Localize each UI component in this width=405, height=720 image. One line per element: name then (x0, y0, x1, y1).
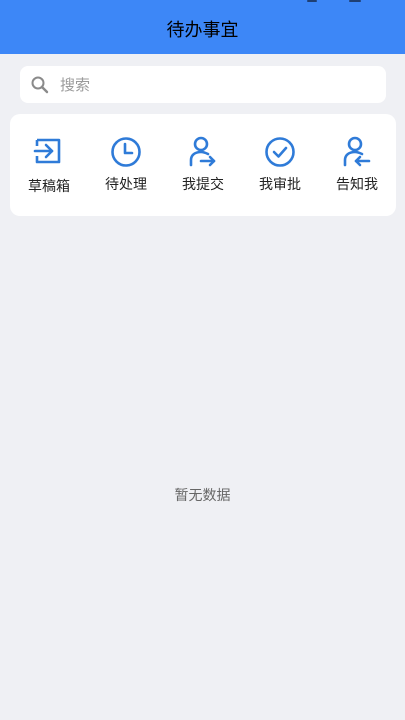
status-bar-remnant (305, 0, 365, 3)
empty-state-text: 暂无数据 (174, 488, 231, 504)
quick-action-pending[interactable]: 待处理 (91, 114, 161, 216)
quick-actions-panel: 草稿箱 待处理 我提交 我审批 告知我 (10, 114, 396, 216)
search-input[interactable] (60, 75, 360, 94)
quick-action-approval[interactable]: 我审批 (245, 114, 315, 216)
quick-action-label: 告知我 (336, 177, 378, 193)
user-arrow-right-icon (187, 134, 219, 168)
inbox-arrow-icon (33, 134, 65, 168)
search-bar[interactable] (20, 66, 386, 103)
quick-action-label: 待处理 (105, 177, 147, 193)
quick-action-notify-me[interactable]: 告知我 (322, 114, 392, 216)
header-bar: 待办事宜 (0, 0, 405, 54)
todo-page: 待办事宜 草稿箱 (0, 0, 405, 720)
clock-icon (110, 134, 142, 168)
quick-action-submitted[interactable]: 我提交 (168, 114, 238, 216)
search-icon (30, 75, 50, 95)
quick-action-label: 我提交 (182, 177, 224, 193)
quick-action-drafts[interactable]: 草稿箱 (14, 114, 84, 216)
quick-action-label: 草稿箱 (28, 179, 70, 195)
user-arrow-left-icon (341, 134, 373, 168)
quick-action-label: 我审批 (259, 177, 301, 193)
check-circle-icon (264, 134, 296, 168)
page-title: 待办事宜 (166, 20, 239, 41)
